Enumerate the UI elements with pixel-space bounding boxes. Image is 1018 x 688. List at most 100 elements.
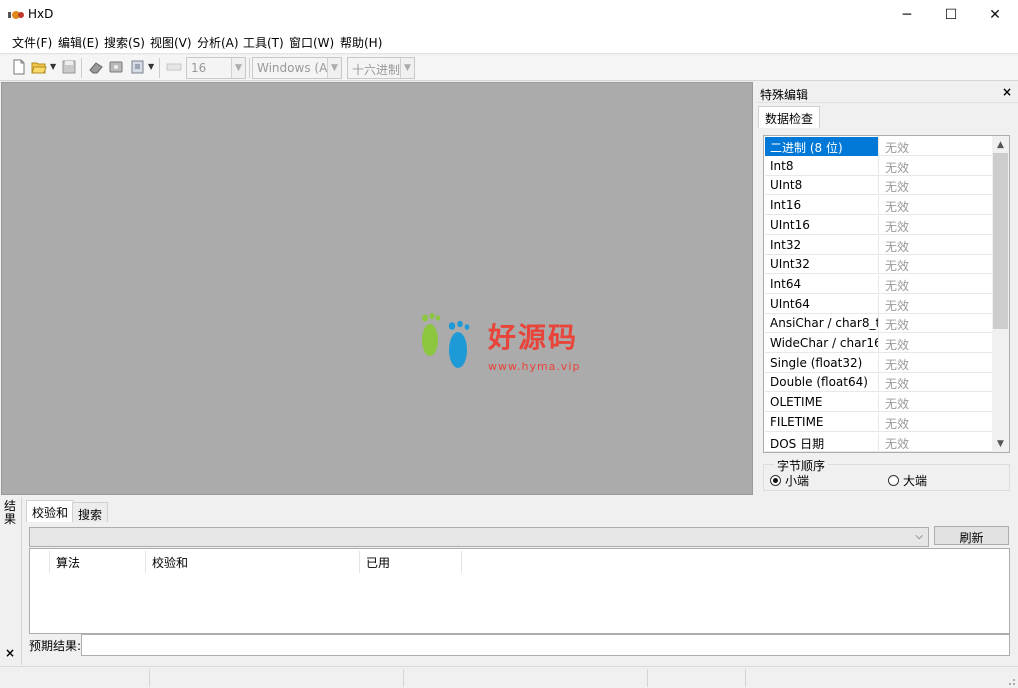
byte-order-group: 字节顺序 小端 大端 xyxy=(763,457,1010,491)
status-bar xyxy=(0,666,1018,688)
footprint-logo-icon xyxy=(422,313,470,368)
close-results-icon[interactable]: × xyxy=(5,646,15,660)
inspector-row[interactable]: AnsiChar / char8_t 无效 xyxy=(765,314,993,334)
inspector-type: Single (float32) xyxy=(765,353,879,373)
tab-checksum[interactable]: 校验和 xyxy=(26,500,75,522)
inspector-row[interactable]: Int8 无效 xyxy=(765,156,993,176)
inspector-value: 无效 xyxy=(885,160,910,175)
inspector-row[interactable]: UInt32 无效 xyxy=(765,255,993,275)
chevron-down-icon: ⌵ xyxy=(915,531,923,542)
inspector-row[interactable]: OLETIME 无效 xyxy=(765,393,993,413)
tab-search[interactable]: 搜索 xyxy=(72,502,109,522)
radio-selected-icon xyxy=(770,475,781,486)
offset-base-combo[interactable]: 十六进制 ▼ xyxy=(347,57,415,79)
menu-window[interactable]: 窗口(W) xyxy=(289,34,334,51)
inspector-row[interactable]: Int32 无效 xyxy=(765,235,993,255)
inspector-type: WideChar / char16_t xyxy=(765,334,879,353)
algorithm-combo[interactable]: ⌵ xyxy=(29,527,929,547)
inspector-row[interactable]: Double (float64) 无效 xyxy=(765,373,993,393)
inspector-row[interactable]: FILETIME 无效 xyxy=(765,412,993,432)
editor-workspace[interactable] xyxy=(1,82,753,495)
menu-edit[interactable]: 编辑(E) xyxy=(58,34,99,51)
menu-search[interactable]: 搜索(S) xyxy=(104,34,145,51)
big-endian-radio[interactable]: 大端 xyxy=(888,472,927,489)
open-dropdown-chevron-icon[interactable]: ▼ xyxy=(50,62,56,71)
maximize-button[interactable]: ☐ xyxy=(928,0,974,30)
inspector-row[interactable]: UInt64 无效 xyxy=(765,294,993,314)
special-editors-header: 特殊编辑 × xyxy=(756,83,1018,103)
menu-view[interactable]: 视图(V) xyxy=(150,34,192,51)
special-editors-title: 特殊编辑 xyxy=(760,88,809,102)
chevron-down-icon: ▼ xyxy=(231,58,245,78)
close-icon: ✕ xyxy=(989,7,1001,23)
toolbar-separator xyxy=(159,58,160,78)
menu-analysis[interactable]: 分析(A) xyxy=(197,34,239,51)
close-panel-icon[interactable]: × xyxy=(1002,85,1012,99)
inspector-value: 无效 xyxy=(885,259,910,274)
disk-icon[interactable] xyxy=(108,59,124,75)
inspector-type: DOS 日期 xyxy=(765,432,879,452)
inspector-row[interactable]: UInt8 无效 xyxy=(765,176,993,196)
memory-icon[interactable] xyxy=(130,59,146,75)
checksum-list[interactable]: 算法 校验和 已用 xyxy=(29,548,1010,634)
inspector-row[interactable]: UInt16 无效 xyxy=(765,215,993,235)
inspector-row[interactable]: Int64 无效 xyxy=(765,274,993,294)
inspector-value: 无效 xyxy=(885,397,910,412)
bytes-per-row-combo[interactable]: 16 ▼ xyxy=(186,57,246,79)
new-file-icon[interactable] xyxy=(11,59,27,75)
memory-dropdown-chevron-icon[interactable]: ▼ xyxy=(148,62,154,71)
title-bar: HxD ─ ☐ ✕ xyxy=(0,0,1018,30)
refresh-button[interactable]: 刷新 xyxy=(934,526,1009,545)
menu-help[interactable]: 帮助(H) xyxy=(340,34,382,51)
inspector-row[interactable]: Single (float32) 无效 xyxy=(765,353,993,373)
tab-data-inspector[interactable]: 数据检查 xyxy=(758,106,821,128)
column-header-checksum[interactable]: 校验和 xyxy=(146,551,360,573)
column-header-used[interactable]: 已用 xyxy=(360,551,462,573)
toolbar-separator xyxy=(249,58,250,78)
bytes-per-row-icon xyxy=(166,63,182,71)
save-icon[interactable] xyxy=(61,59,77,75)
column-header-algorithm[interactable]: 算法 xyxy=(50,551,146,573)
charset-combo[interactable]: Windows (AN ▼ xyxy=(252,57,342,79)
close-window-button[interactable]: ✕ xyxy=(972,0,1018,30)
inspector-scrollbar[interactable]: ▲ ▼ xyxy=(992,136,1009,452)
minimize-button[interactable]: ─ xyxy=(884,0,930,30)
menu-file[interactable]: 文件(F) xyxy=(12,34,52,51)
inspector-type: Int16 xyxy=(765,196,879,216)
big-endian-label: 大端 xyxy=(903,474,928,488)
data-inspector-grid[interactable]: DOS 日期 无效 FILETIME 无效 OLETIME 无效 Double (float… xyxy=(763,135,1010,453)
column-header-icon xyxy=(30,551,50,573)
charset-value: Windows (AN xyxy=(257,61,337,75)
offset-base-value: 十六进制 xyxy=(352,63,401,77)
minimize-icon: ─ xyxy=(902,7,912,23)
inspector-value: 无效 xyxy=(885,180,910,195)
scrollbar-thumb[interactable] xyxy=(993,153,1008,329)
inspector-value: 无效 xyxy=(885,278,910,293)
scroll-up-icon[interactable]: ▲ xyxy=(992,136,1009,153)
status-cell xyxy=(648,669,746,687)
inspector-row[interactable]: DOS 日期 无效 xyxy=(765,432,993,452)
resize-grip-icon[interactable] xyxy=(1006,676,1016,686)
inspector-row[interactable]: Int16 无效 xyxy=(765,196,993,216)
inspector-value: 无效 xyxy=(885,298,910,313)
hxd-app-icon xyxy=(8,11,24,19)
menu-bar: 文件(F) 编辑(E) 搜索(S) 视图(V) 分析(A) 工具(T) 窗口(W… xyxy=(0,30,1018,54)
inspector-value: 无效 xyxy=(885,200,910,215)
results-label: 结果 xyxy=(4,499,17,526)
scroll-down-icon[interactable]: ▼ xyxy=(992,435,1009,452)
inspector-value: 无效 xyxy=(885,219,910,234)
watermark-text: 好源码 xyxy=(488,321,579,354)
results-panel: 结果 × 校验和 搜索 ⌵ 刷新 算法 校验和 已用 预期结果: xyxy=(0,497,1018,665)
menu-tools[interactable]: 工具(T) xyxy=(243,34,284,51)
eraser-icon[interactable] xyxy=(88,59,104,75)
expected-result-input[interactable] xyxy=(81,634,1010,656)
inspector-type: Int32 xyxy=(765,235,879,255)
chevron-down-icon: ▼ xyxy=(400,58,414,78)
open-file-icon[interactable] xyxy=(31,59,47,75)
radio-unselected-icon xyxy=(888,475,899,486)
little-endian-radio[interactable]: 小端 xyxy=(770,472,809,489)
inspector-row[interactable]: 二进制 (8 位) 无效 xyxy=(765,137,993,156)
inspector-type: UInt8 xyxy=(765,176,879,196)
inspector-row[interactable]: WideChar / char16_t 无效 xyxy=(765,334,993,353)
watermark-url: www.hyma.vip xyxy=(488,360,581,373)
